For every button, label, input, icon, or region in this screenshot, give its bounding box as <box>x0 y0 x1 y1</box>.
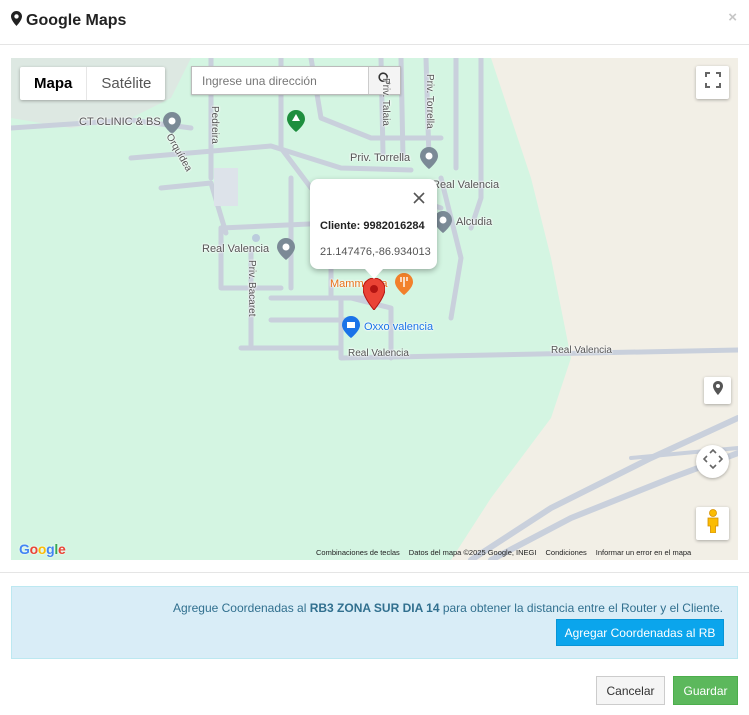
client-marker-icon[interactable] <box>363 278 385 310</box>
alert-text-before: Agregue Coordenadas al <box>172 601 310 615</box>
street-label-priv-talaia: Priv. Talaia <box>380 78 391 126</box>
street-label-pedreira: Pedreira <box>209 106 220 144</box>
my-location-button[interactable] <box>704 377 731 404</box>
street-view-pegman-button[interactable] <box>696 507 729 540</box>
modal-title: Google Maps <box>11 11 126 31</box>
cancel-button[interactable]: Cancelar <box>596 676 665 705</box>
alert-router-name: RB3 ZONA SUR DIA 14 <box>309 601 440 615</box>
place-label-priv-torrella: Priv. Torrella <box>350 152 411 164</box>
torrella-pin-icon[interactable] <box>420 147 438 169</box>
terms-link[interactable]: Condiciones <box>545 548 586 557</box>
store-pin-icon[interactable] <box>342 316 360 338</box>
place-label-alcudia: Alcudia <box>456 216 493 228</box>
google-logo: Google <box>19 541 66 557</box>
map-view[interactable]: Mapa Satélite CT CLINIC & BS Orquídea <box>11 58 738 560</box>
close-icon <box>413 191 425 208</box>
street-label-priv-bacaret: Priv. Bacaret <box>246 260 257 317</box>
map-marker-icon <box>11 11 22 31</box>
info-window-client: Cliente: 9982016284 <box>320 220 425 232</box>
modal-title-text: Google Maps <box>26 12 127 29</box>
park-pin-icon[interactable] <box>287 110 305 132</box>
address-search <box>191 66 401 95</box>
location-pin-icon <box>712 381 723 400</box>
alert-message: Agregue Coordenadas al RB3 ZONA SUR DIA … <box>173 601 723 615</box>
fullscreen-icon <box>704 72 721 93</box>
clinic-pin-icon[interactable] <box>163 112 181 134</box>
map-data-credit: Datos del mapa ©2025 Google, INEGI <box>408 548 537 557</box>
place-label-real-valencia-2: Real Valencia <box>202 243 270 255</box>
keyboard-shortcuts-link[interactable]: Combinaciones de teclas <box>316 548 400 557</box>
street-label-real-valencia-1: Real Valencia <box>348 348 409 359</box>
map-type-control: Mapa Satélite <box>20 67 166 100</box>
info-window-coordinates: 21.147476,-86.934013 <box>320 246 431 258</box>
address-search-input[interactable] <box>192 67 368 94</box>
report-error-link[interactable]: Informar un error en el mapa <box>596 548 691 557</box>
pegman-icon <box>706 509 720 538</box>
add-coordinates-to-router-button[interactable]: Agregar Coordenadas al RB <box>556 619 724 646</box>
section-divider <box>0 572 749 573</box>
place-label-clinic: CT CLINIC & BS <box>79 116 161 128</box>
save-button[interactable]: Guardar <box>673 676 738 705</box>
place-label-real-valencia-1: Real Valencia <box>432 179 500 191</box>
info-window-close-button[interactable] <box>413 191 425 209</box>
close-button[interactable]: × <box>728 9 737 26</box>
place-label-oxxo: Oxxo valencia <box>364 321 434 333</box>
modal-header: Google Maps × <box>0 0 749 45</box>
map-type-tab-map[interactable]: Mapa <box>20 67 88 100</box>
alert-text-after: para obtener la distancia entre el Route… <box>439 601 723 615</box>
street-label-real-valencia-2: Real Valencia <box>551 345 612 356</box>
google-maps-modal: Google Maps × Mapa Satélite Ingrese una … <box>0 0 749 715</box>
street-label-priv-torrella-vertical: Priv. Torrella <box>424 74 435 129</box>
pan-arrows-icon <box>702 448 723 474</box>
camera-control-button[interactable] <box>696 445 729 478</box>
info-alert: Agregue Coordenadas al RB3 ZONA SUR DIA … <box>11 586 738 659</box>
map-type-tab-satellite[interactable]: Satélite <box>87 67 165 100</box>
fullscreen-button[interactable] <box>696 66 729 99</box>
restaurant-pin-icon[interactable] <box>395 273 413 295</box>
info-window: Cliente: 9982016284 21.147476,-86.934013 <box>310 179 437 279</box>
map-attribution: Combinaciones de teclas Datos del mapa ©… <box>316 548 691 557</box>
real-valencia-pin-icon[interactable] <box>277 238 295 260</box>
